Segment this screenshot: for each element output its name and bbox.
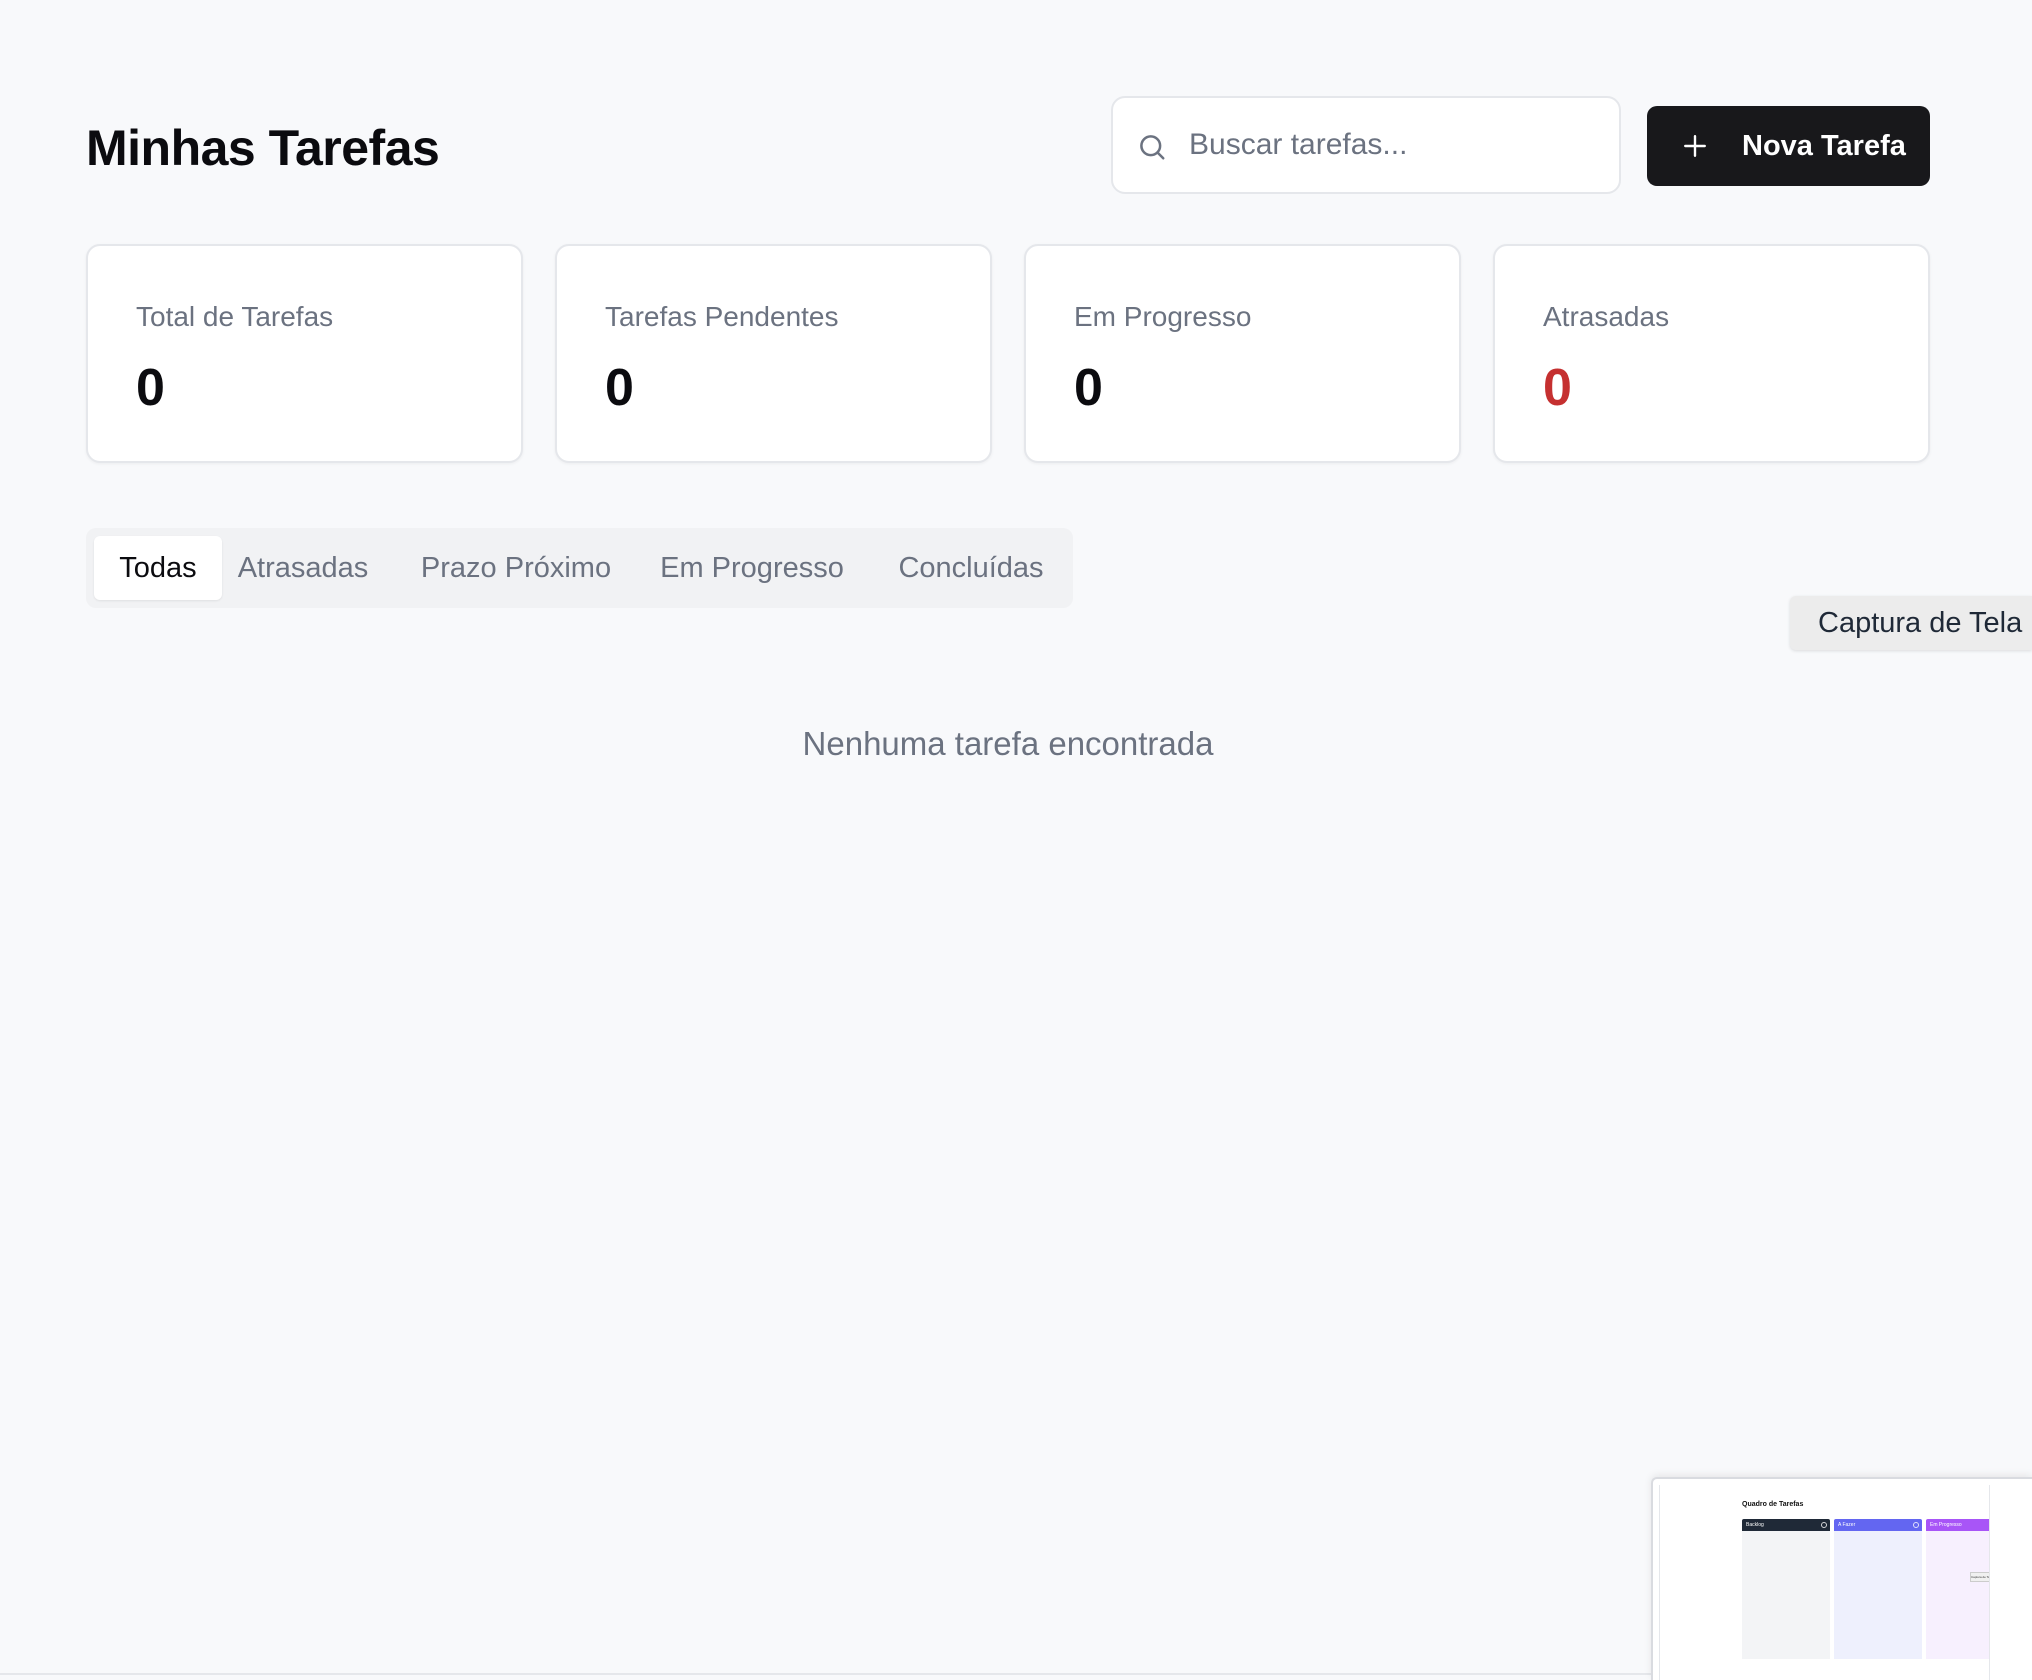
new-task-button[interactable]: Nova Tarefa	[1647, 106, 1930, 186]
stat-value: 0	[1543, 359, 1572, 417]
tab-concluidas[interactable]: Concluídas	[886, 536, 1056, 600]
stat-value: 0	[1074, 359, 1103, 417]
tab-prazo-proximo[interactable]: Prazo Próximo	[416, 536, 616, 600]
thumbnail-preview: Quadro de Tarefas Backlog A Fazer Em Pro…	[1659, 1485, 2020, 1680]
stat-card-total: Total de Tarefas 0	[86, 244, 523, 463]
thumbnail-column-todo: A Fazer	[1834, 1519, 1922, 1659]
stat-label: Em Progresso	[1074, 301, 1252, 332]
thumbnail-edge	[1989, 1485, 2020, 1680]
tab-em-progresso[interactable]: Em Progresso	[652, 536, 852, 600]
stat-value: 0	[605, 359, 634, 417]
plus-icon	[1682, 133, 1708, 159]
screenshot-tooltip: Captura de Tela	[1790, 596, 2032, 650]
thumbnail-column-label: A Fazer	[1838, 1522, 1856, 1528]
stat-card-in-progress: Em Progresso 0	[1024, 244, 1461, 463]
circle-icon	[1913, 1522, 1919, 1528]
thumbnail-column-label: Backlog	[1746, 1522, 1764, 1528]
stat-value: 0	[136, 359, 165, 417]
stat-card-pending: Tarefas Pendentes 0	[555, 244, 992, 463]
thumbnail-column-backlog: Backlog	[1742, 1519, 1830, 1659]
stat-label: Total de Tarefas	[136, 301, 334, 332]
search-icon	[1137, 132, 1167, 162]
circle-icon	[1821, 1522, 1827, 1528]
tab-atrasadas[interactable]: Atrasadas	[233, 536, 373, 600]
thumbnail-title: Quadro de Tarefas	[1742, 1501, 1804, 1508]
search-input[interactable]	[1189, 98, 1599, 192]
tab-list: Todas Atrasadas Prazo Próximo Em Progres…	[86, 528, 1073, 608]
thumbnail-column-label: Em Progresso	[1930, 1522, 1962, 1528]
screenshot-thumbnail[interactable]: Quadro de Tarefas Backlog A Fazer Em Pro…	[1651, 1477, 2032, 1680]
page-title: Minhas Tarefas	[86, 120, 440, 176]
stat-label: Atrasadas	[1543, 301, 1670, 332]
new-task-label: Nova Tarefa	[1742, 130, 1906, 162]
tab-todas[interactable]: Todas	[94, 536, 222, 600]
stat-label: Tarefas Pendentes	[605, 301, 839, 332]
empty-state-message: Nenhuma tarefa encontrada	[802, 725, 1214, 762]
stat-card-overdue: Atrasadas 0	[1493, 244, 1930, 463]
search-box[interactable]	[1111, 96, 1621, 194]
